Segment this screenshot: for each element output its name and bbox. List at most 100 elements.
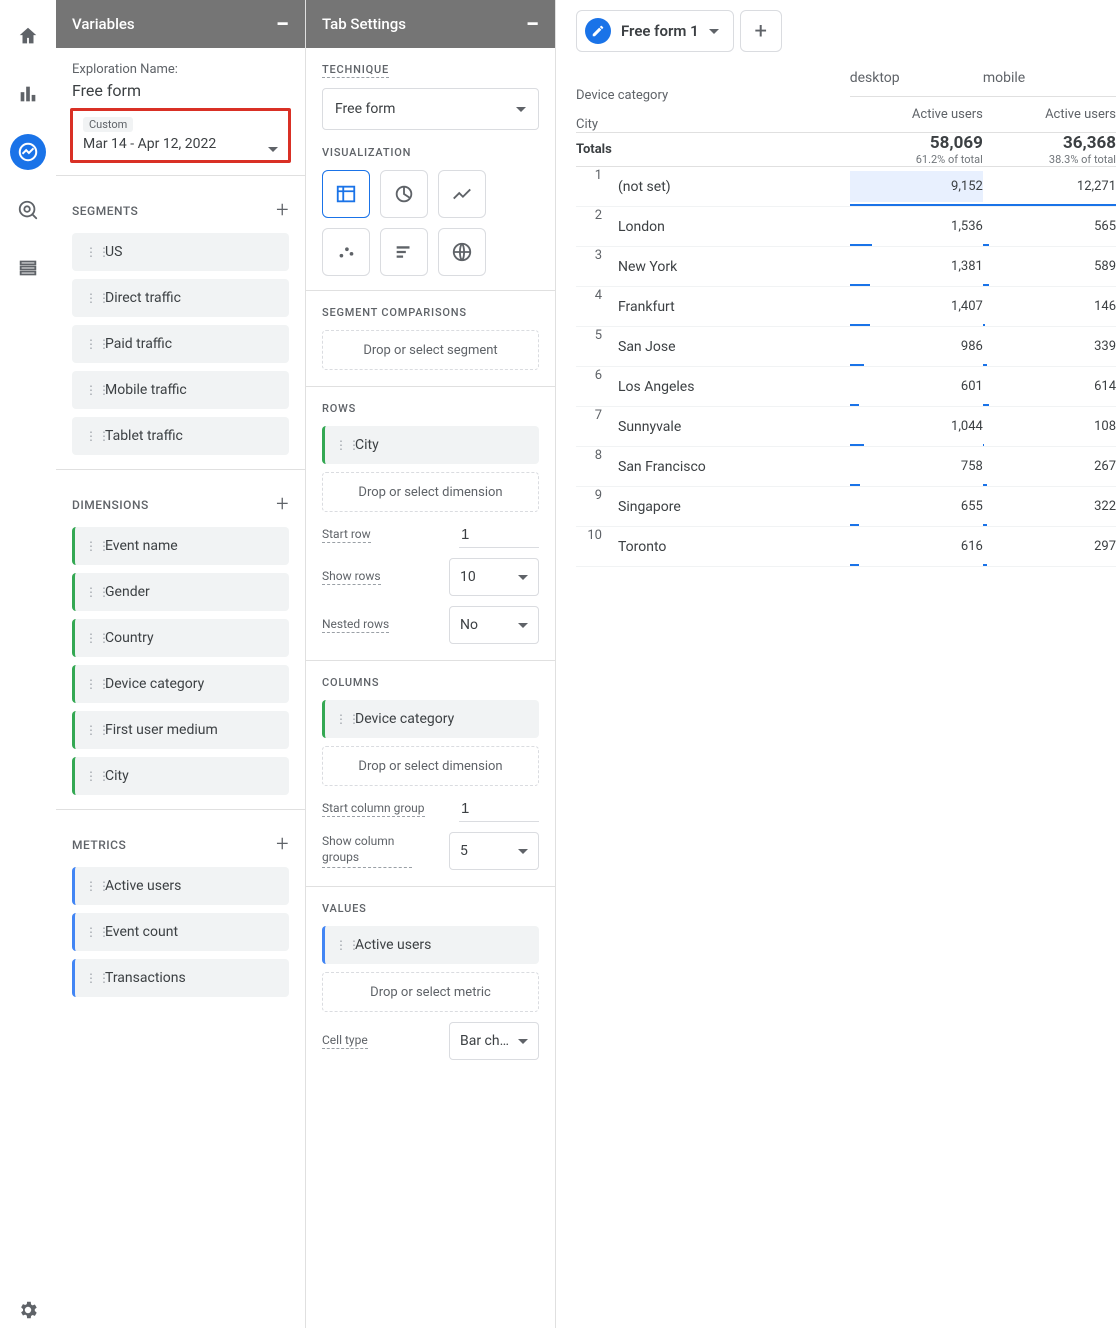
- value-cell: 589: [983, 247, 1116, 287]
- settings-gear-icon[interactable]: [10, 1292, 46, 1328]
- date-range: Mar 14 - Apr 12, 2022: [83, 136, 216, 152]
- nested-rows-select[interactable]: No: [449, 606, 539, 644]
- totals-row: Totals 58,069 61.2% of total 36,368 38.3…: [576, 133, 1116, 167]
- chevron-down-icon: [518, 575, 528, 580]
- drag-handle-icon: [85, 295, 97, 301]
- row-city: Los Angeles: [610, 368, 702, 406]
- table-row[interactable]: 8San Francisco758267: [576, 447, 1116, 487]
- add-metric-button[interactable]: +: [276, 832, 289, 857]
- home-icon[interactable]: [10, 18, 46, 54]
- viz-scatter-icon[interactable]: [322, 228, 370, 276]
- variables-title: Variables: [72, 15, 135, 33]
- table-row[interactable]: 7Sunnyvale1,044108: [576, 407, 1116, 447]
- chip-paid-traffic[interactable]: Paid traffic: [72, 325, 289, 363]
- value-cell: 614: [983, 367, 1116, 407]
- table-row[interactable]: 6Los Angeles 601614: [576, 367, 1116, 407]
- column-desktop[interactable]: desktop: [850, 60, 983, 97]
- tab-free-form-1[interactable]: Free form 1: [576, 10, 734, 52]
- table-row[interactable]: 1(not set)9,15212,271: [576, 167, 1116, 207]
- chip-first-user-medium[interactable]: First user medium: [72, 711, 289, 749]
- chip-gender[interactable]: Gender: [72, 573, 289, 611]
- add-dimension-button[interactable]: +: [276, 492, 289, 517]
- value-cell: 297: [983, 527, 1116, 567]
- value-cell: 986: [850, 327, 983, 367]
- start-column-group-label: Start column group: [322, 801, 425, 817]
- rows-dropzone[interactable]: Drop or select dimension: [322, 472, 539, 512]
- chip-tablet-traffic[interactable]: Tablet traffic: [72, 417, 289, 455]
- totals-desktop-value: 58,069: [850, 133, 983, 153]
- chip-transactions[interactable]: Transactions: [72, 959, 289, 997]
- chip-event-count[interactable]: Event count: [72, 913, 289, 951]
- collapse-variables-icon[interactable]: −: [276, 12, 289, 36]
- device-category-label: Device category: [576, 88, 850, 103]
- table-row[interactable]: 3New York1,381589: [576, 247, 1116, 287]
- segments-heading: SEGMENTS: [72, 204, 138, 218]
- row-index: 5: [576, 328, 610, 366]
- chip-event-name[interactable]: Event name: [72, 527, 289, 565]
- viz-table-icon[interactable]: [322, 170, 370, 218]
- viz-donut-icon[interactable]: [380, 170, 428, 218]
- rows-chip-city[interactable]: City: [322, 426, 539, 464]
- values-chip-active-users[interactable]: Active users: [322, 926, 539, 964]
- configure-icon[interactable]: [10, 250, 46, 286]
- start-column-group-input[interactable]: [459, 796, 539, 822]
- row-index: 6: [576, 368, 610, 406]
- drag-handle-icon: [85, 681, 97, 687]
- technique-label: TECHNIQUE: [322, 63, 389, 78]
- chip-direct-traffic[interactable]: Direct traffic: [72, 279, 289, 317]
- columns-chip-device[interactable]: Device category: [322, 700, 539, 738]
- chevron-down-icon: [518, 849, 528, 854]
- table-row[interactable]: 5San Jose986339: [576, 327, 1116, 367]
- chip-us[interactable]: US: [72, 233, 289, 271]
- row-city: Frankfurt: [610, 288, 683, 326]
- tab-settings-panel: Tab Settings − TECHNIQUE Free form VISUA…: [306, 0, 556, 1328]
- technique-select[interactable]: Free form: [322, 88, 539, 130]
- metric-header-mobile[interactable]: Active users: [983, 97, 1116, 133]
- nested-rows-label: Nested rows: [322, 617, 389, 633]
- viz-line-icon[interactable]: [438, 170, 486, 218]
- value-cell: 1,536: [850, 207, 983, 247]
- collapse-tab-settings-icon[interactable]: −: [526, 12, 539, 36]
- chevron-down-icon: [518, 623, 528, 628]
- drag-handle-icon: [85, 929, 97, 935]
- viz-bar-icon[interactable]: [380, 228, 428, 276]
- table-row[interactable]: 10Toronto616297: [576, 527, 1116, 567]
- columns-dropzone[interactable]: Drop or select dimension: [322, 746, 539, 786]
- chip-device-category[interactable]: Device category: [72, 665, 289, 703]
- values-dropzone[interactable]: Drop or select metric: [322, 972, 539, 1012]
- drag-handle-icon: [85, 589, 97, 595]
- table-row[interactable]: 9Singapore655322: [576, 487, 1116, 527]
- row-city: San Jose: [610, 328, 684, 366]
- table-row[interactable]: 2London1,536565: [576, 207, 1116, 247]
- row-city: London: [610, 208, 673, 246]
- chip-mobile-traffic[interactable]: Mobile traffic: [72, 371, 289, 409]
- drag-handle-icon: [335, 442, 347, 448]
- chip-country[interactable]: Country: [72, 619, 289, 657]
- exploration-name[interactable]: Free form: [72, 81, 289, 100]
- metric-header-desktop[interactable]: Active users: [850, 97, 983, 133]
- add-segment-button[interactable]: +: [276, 198, 289, 223]
- value-cell: 601: [850, 367, 983, 407]
- reports-icon[interactable]: [10, 76, 46, 112]
- cell-type-select[interactable]: Bar ch…: [449, 1022, 539, 1060]
- column-mobile[interactable]: mobile: [983, 60, 1116, 97]
- drag-handle-icon: [85, 543, 97, 549]
- date-range-picker[interactable]: Custom Mar 14 - Apr 12, 2022: [70, 108, 291, 163]
- show-rows-select[interactable]: 10: [449, 558, 539, 596]
- explore-icon[interactable]: [10, 134, 46, 170]
- show-column-groups-select[interactable]: 5: [449, 832, 539, 870]
- segment-dropzone[interactable]: Drop or select segment: [322, 330, 539, 370]
- table-row[interactable]: 4Frankfurt1,407146: [576, 287, 1116, 327]
- chip-city[interactable]: City: [72, 757, 289, 795]
- drag-handle-icon: [85, 883, 97, 889]
- row-city: Toronto: [610, 528, 674, 566]
- row-city: (not set): [610, 168, 679, 206]
- row-index: 2: [576, 208, 610, 246]
- viz-geo-icon[interactable]: [438, 228, 486, 276]
- start-row-input[interactable]: [459, 522, 539, 548]
- add-tab-button[interactable]: +: [740, 10, 782, 52]
- chevron-down-icon: [516, 107, 526, 112]
- row-index: 9: [576, 488, 610, 526]
- chip-active-users[interactable]: Active users: [72, 867, 289, 905]
- advertising-icon[interactable]: [10, 192, 46, 228]
